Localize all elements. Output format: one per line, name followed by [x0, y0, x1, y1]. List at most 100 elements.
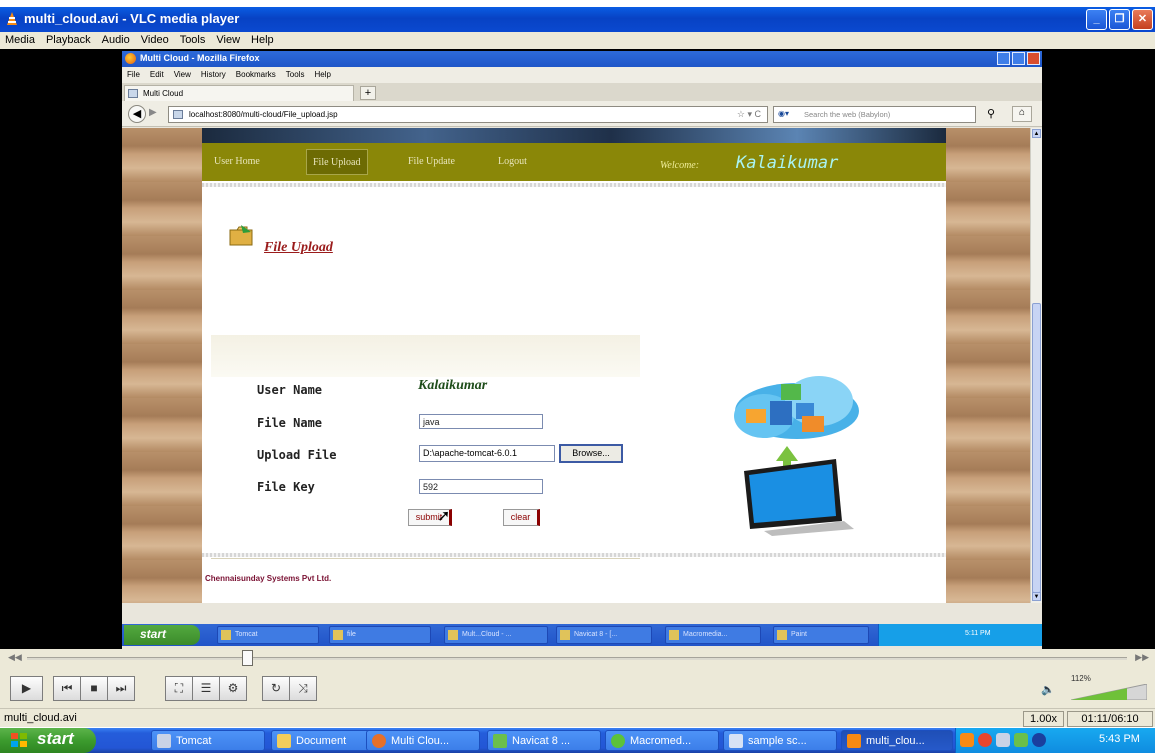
menu-help[interactable]: Help: [246, 32, 280, 49]
antivirus-tray-icon[interactable]: [978, 733, 992, 747]
url-text: localhost:8080/multi-cloud/File_upload.j…: [189, 110, 338, 119]
search-engine-icon[interactable]: ◉▾: [778, 109, 800, 121]
play-button[interactable]: ▶: [10, 676, 43, 701]
start-button[interactable]: start: [0, 728, 96, 753]
inner-task-tomcat[interactable]: Tomcat: [217, 626, 319, 644]
ff-menu-help[interactable]: Help: [309, 67, 335, 83]
web-page: User Home File Upload File Update Logout…: [122, 128, 1030, 603]
ff-maximize-button[interactable]: [1012, 52, 1025, 65]
scroll-up-arrow-icon[interactable]: ▲: [1032, 129, 1041, 138]
loop-button[interactable]: ↻: [262, 676, 290, 701]
playlist-button[interactable]: ☰: [192, 676, 220, 701]
task-label: Navicat 8 ...: [512, 735, 571, 747]
inner-start-button[interactable]: start: [124, 625, 200, 645]
seek-handle[interactable]: [242, 650, 253, 666]
scroll-down-arrow-icon[interactable]: ▼: [1032, 592, 1041, 601]
task-label: Macromed...: [630, 735, 692, 747]
header-banner: [202, 128, 946, 143]
inner-task-navicat[interactable]: Navicat 8 - [...: [556, 626, 652, 644]
forward-button[interactable]: ▶: [149, 107, 157, 118]
maximize-button[interactable]: ❐: [1109, 9, 1130, 30]
site-identity-icon: [173, 110, 183, 119]
close-button[interactable]: ✕: [1132, 9, 1153, 30]
previous-button[interactable]: ⏮: [53, 676, 81, 701]
menu-view[interactable]: View: [211, 32, 246, 49]
speaker-icon[interactable]: 🔈: [1041, 683, 1055, 696]
network-tray-icon[interactable]: [996, 733, 1010, 747]
upload-file-field[interactable]: D:\apache-tomcat-6.0.1: [419, 445, 555, 462]
seek-slider[interactable]: [27, 657, 1127, 660]
playback-time[interactable]: 01:11/06:10: [1067, 711, 1153, 727]
stop-button[interactable]: ■: [80, 676, 108, 701]
extended-settings-button[interactable]: ⚙: [219, 676, 247, 701]
reload-icon[interactable]: ☆ ▾ C: [737, 109, 761, 120]
nav-file-update[interactable]: File Update: [408, 156, 455, 167]
page-scrollbar[interactable]: ▲ ▼: [1030, 128, 1042, 603]
back-button[interactable]: ◀: [128, 105, 146, 123]
menu-media[interactable]: Media: [0, 32, 41, 49]
nav-file-upload[interactable]: File Upload: [306, 149, 368, 175]
task-macromedia[interactable]: Macromed...: [605, 730, 719, 751]
search-input[interactable]: ◉▾ Search the web (Babylon): [773, 106, 976, 123]
tab-multi-cloud[interactable]: Multi Cloud: [124, 85, 354, 101]
file-name-label: File Name: [257, 416, 323, 430]
new-tab-button[interactable]: +: [360, 86, 376, 100]
navicat-tray-icon[interactable]: [1014, 733, 1028, 747]
ff-close-button[interactable]: [1027, 52, 1040, 65]
ff-minimize-button[interactable]: [997, 52, 1010, 65]
nav-logout[interactable]: Logout: [498, 156, 527, 167]
ff-menu-view[interactable]: View: [169, 67, 196, 83]
vlc-cone-icon: [7, 12, 17, 25]
task-vlc[interactable]: multi_clou...: [841, 730, 953, 751]
file-key-field[interactable]: 592: [419, 479, 543, 494]
macromedia-icon: [611, 734, 625, 748]
vlc-tray-icon[interactable]: [960, 733, 974, 747]
navigation-toolbar: ◀ ▶ localhost:8080/multi-cloud/File_uplo…: [122, 101, 1042, 127]
ff-menu-file[interactable]: File: [122, 67, 145, 83]
minimize-button[interactable]: _: [1086, 9, 1107, 30]
next-button[interactable]: ⏭: [107, 676, 135, 701]
inner-task-file[interactable]: file: [329, 626, 431, 644]
search-tray-icon[interactable]: [1032, 733, 1046, 747]
video-area[interactable]: Multi Cloud - Mozilla Firefox File Edit …: [0, 49, 1155, 649]
shuffle-button[interactable]: ⤨: [289, 676, 317, 701]
menu-video[interactable]: Video: [136, 32, 175, 49]
search-icon[interactable]: ⚲: [987, 107, 995, 120]
status-bar: multi_cloud.avi 1.00x 01:11/06:10: [0, 708, 1155, 727]
menu-playback[interactable]: Playback: [41, 32, 97, 49]
inner-task-multicloud[interactable]: Mult...Cloud - ...: [444, 626, 548, 644]
user-name-value: Kalaikumar: [418, 378, 488, 393]
file-name-field[interactable]: java: [419, 414, 543, 429]
ff-menu-history[interactable]: History: [196, 67, 231, 83]
playback-speed[interactable]: 1.00x: [1023, 711, 1064, 727]
firefox-icon: [125, 53, 136, 64]
url-bar[interactable]: localhost:8080/multi-cloud/File_upload.j…: [168, 106, 768, 123]
tab-strip: Multi Cloud +: [122, 83, 1042, 101]
folder-upload-icon: [229, 225, 253, 246]
taskbar-clock: 5:43 PM: [1099, 733, 1140, 745]
ff-menu-tools[interactable]: Tools: [281, 67, 310, 83]
menu-audio[interactable]: Audio: [97, 32, 136, 49]
ff-menu-edit[interactable]: Edit: [145, 67, 169, 83]
browse-button[interactable]: Browse...: [559, 444, 623, 463]
menu-tools[interactable]: Tools: [175, 32, 212, 49]
task-multi-cloud[interactable]: Multi Clou...: [366, 730, 480, 751]
nav-user-home[interactable]: User Home: [214, 156, 260, 167]
volume-slider[interactable]: [1071, 684, 1147, 700]
inner-task-paint[interactable]: Paint: [773, 626, 869, 644]
firefox-menu-bar: File Edit View History Bookmarks Tools H…: [122, 67, 1042, 83]
task-sample[interactable]: sample sc...: [723, 730, 837, 751]
home-button[interactable]: ⌂: [1012, 106, 1032, 122]
task-tomcat[interactable]: Tomcat: [151, 730, 265, 751]
scrollbar-thumb[interactable]: [1032, 303, 1041, 593]
clear-button[interactable]: clear: [503, 509, 540, 526]
inner-task-macromedia[interactable]: Macromedia...: [665, 626, 761, 644]
rewind-icon[interactable]: ◀◀: [8, 652, 22, 663]
ff-menu-bookmarks[interactable]: Bookmarks: [231, 67, 281, 83]
task-navicat[interactable]: Navicat 8 ...: [487, 730, 601, 751]
task-label: Macromedia...: [683, 631, 728, 638]
vlc-cone-icon: [847, 734, 861, 748]
fullscreen-button[interactable]: ⛶: [165, 676, 193, 701]
fast-forward-icon[interactable]: ▶▶: [1135, 652, 1149, 663]
form-divider: [211, 558, 640, 559]
